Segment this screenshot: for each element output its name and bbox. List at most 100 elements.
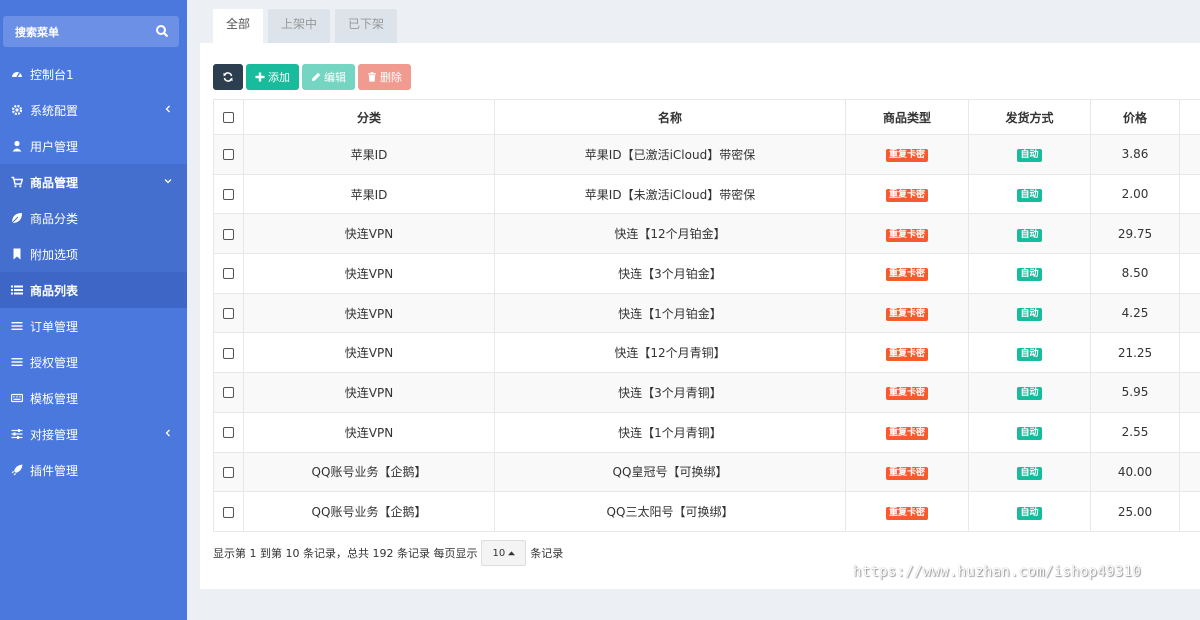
row-delivery-cell: 自动 — [968, 332, 1091, 374]
type-badge: 重复卡密 — [885, 228, 928, 242]
tab-on-shelf[interactable]: 上架中 — [268, 9, 331, 43]
row-select-cell — [213, 292, 244, 334]
sidebar-item-label: 商品管理 — [30, 175, 79, 190]
sidebar-item-license[interactable]: 授权管理 — [0, 344, 187, 380]
table-row[interactable]: 快连VPN 快连【1个月铂金】 重复卡密 自动 4.25 — [213, 292, 1200, 334]
type-badge: 重复卡密 — [885, 149, 928, 163]
row-price: 25.00 — [1090, 491, 1180, 532]
type-badge: 重复卡密 — [885, 268, 928, 282]
row-checkbox[interactable] — [223, 268, 234, 280]
row-checkbox[interactable] — [223, 427, 234, 439]
row-checkbox[interactable] — [223, 506, 234, 518]
search-icon[interactable] — [155, 24, 169, 38]
search-menu-input[interactable]: 搜索菜单 — [3, 16, 179, 47]
header-category[interactable]: 分类 — [243, 99, 495, 135]
table-row[interactable]: 苹果ID 苹果ID【未激活iCloud】带密保 重复卡密 自动 2.00 — [213, 173, 1200, 215]
table-row[interactable]: 快连VPN 快连【12个月铂金】 重复卡密 自动 29.75 — [213, 213, 1200, 255]
table-row[interactable]: 苹果ID 苹果ID【已激活iCloud】带密保 重复卡密 自动 3.86 — [213, 134, 1200, 175]
type-badge: 重复卡密 — [885, 189, 928, 203]
table-row[interactable]: 快连VPN 快连【12个月青铜】 重复卡密 自动 21.25 — [213, 332, 1200, 374]
table-row[interactable]: 快连VPN 快连【3个月铂金】 重复卡密 自动 8.50 — [213, 253, 1200, 294]
sidebar: 搜索菜单 控制台1 系统配置 用户管理 商品管理 商品分类 附加选项 商品列表 … — [0, 0, 187, 620]
search-menu-label: 搜索菜单 — [15, 26, 59, 39]
status-tabs: 全部 上架中 已下架 — [213, 9, 402, 43]
row-name: 快连【12个月铂金】 — [494, 213, 846, 255]
row-delivery-cell: 自动 — [968, 292, 1091, 334]
row-checkbox[interactable] — [223, 347, 234, 359]
page-size-value: 10 — [492, 547, 506, 559]
sidebar-item-users[interactable]: 用户管理 — [0, 128, 187, 164]
sidebar-item-system-config[interactable]: 系统配置 — [0, 92, 187, 128]
sidebar-item-label: 商品分类 — [30, 211, 79, 226]
delivery-badge: 自动 — [1017, 466, 1042, 480]
table-header-row: 分类 名称 商品类型 发货方式 价格 — [213, 99, 1200, 135]
row-type-cell: 重复卡密 — [845, 134, 969, 175]
refresh-button[interactable] — [213, 64, 243, 90]
row-type-cell: 重复卡密 — [845, 332, 969, 374]
cart-icon — [11, 176, 23, 188]
row-checkbox[interactable] — [223, 308, 234, 320]
row-name: 快连【3个月青铜】 — [494, 372, 846, 413]
table-row[interactable]: QQ账号业务【企鹅】 QQ三太阳号【可换绑】 重复卡密 自动 25.00 — [213, 491, 1200, 532]
watermark: https://www.huzhan.com/ishop49310 — [853, 564, 1142, 580]
pagination: 显示第 1 到第 10 条记录，总共 192 条记录 每页显示 10 条记录 — [213, 540, 563, 566]
sidebar-item-products[interactable]: 商品管理 — [0, 164, 187, 200]
tab-off-shelf[interactable]: 已下架 — [335, 9, 398, 43]
row-extra — [1179, 134, 1200, 175]
sidebar-item-dashboard[interactable]: 控制台1 — [0, 56, 187, 92]
table-row[interactable]: 快连VPN 快连【3个月青铜】 重复卡密 自动 5.95 — [213, 372, 1200, 413]
select-all-checkbox[interactable] — [223, 112, 234, 123]
row-delivery-cell: 自动 — [968, 253, 1091, 294]
row-price: 8.50 — [1090, 253, 1180, 294]
row-checkbox[interactable] — [223, 228, 234, 240]
delete-button[interactable]: 删除 — [358, 64, 411, 90]
row-checkbox[interactable] — [223, 466, 234, 478]
select-all-cell — [213, 99, 244, 135]
refresh-icon — [223, 72, 233, 82]
sidebar-item-docking[interactable]: 对接管理 — [0, 416, 187, 452]
sidebar-item-templates[interactable]: 模板管理 — [0, 380, 187, 416]
row-name: 快连【12个月青铜】 — [494, 332, 846, 374]
table-row[interactable]: QQ账号业务【企鹅】 QQ皇冠号【可换绑】 重复卡密 自动 40.00 — [213, 451, 1200, 493]
dashboard-icon — [11, 68, 23, 80]
row-extra — [1179, 173, 1200, 215]
row-category: 苹果ID — [243, 134, 495, 175]
row-checkbox[interactable] — [223, 149, 234, 161]
header-price[interactable]: 价格 — [1090, 99, 1180, 135]
row-delivery-cell: 自动 — [968, 173, 1091, 215]
table-row[interactable]: 快连VPN 快连【1个月青铜】 重复卡密 自动 2.55 — [213, 411, 1200, 453]
header-name[interactable]: 名称 — [494, 99, 846, 135]
row-category: 快连VPN — [243, 411, 495, 453]
row-extra — [1179, 253, 1200, 294]
row-extra — [1179, 372, 1200, 413]
row-checkbox[interactable] — [223, 189, 234, 201]
main-panel: 添加 编辑 删除 分类 名称 商品类型 发货方式 价格 苹果ID 苹果ID【已激… — [200, 43, 1200, 589]
row-delivery-cell: 自动 — [968, 451, 1091, 493]
sidebar-item-extra-options[interactable]: 附加选项 — [0, 236, 187, 272]
row-type-cell: 重复卡密 — [845, 451, 969, 493]
row-name: 苹果ID【已激活iCloud】带密保 — [494, 134, 846, 175]
row-price: 40.00 — [1090, 451, 1180, 493]
row-type-cell: 重复卡密 — [845, 173, 969, 215]
chevron-down-icon — [164, 179, 172, 184]
page-size-select[interactable]: 10 — [481, 540, 527, 566]
sidebar-item-product-list[interactable]: 商品列表 — [0, 272, 187, 308]
leaf-icon — [11, 212, 23, 224]
sidebar-item-product-category[interactable]: 商品分类 — [0, 200, 187, 236]
delete-button-label: 删除 — [380, 71, 402, 84]
row-select-cell — [213, 213, 244, 255]
row-select-cell — [213, 134, 244, 175]
header-delivery[interactable]: 发货方式 — [968, 99, 1091, 135]
add-button[interactable]: 添加 — [246, 64, 299, 90]
header-type[interactable]: 商品类型 — [845, 99, 969, 135]
sidebar-item-orders[interactable]: 订单管理 — [0, 308, 187, 344]
edit-button[interactable]: 编辑 — [302, 64, 355, 90]
tab-all[interactable]: 全部 — [213, 9, 264, 43]
row-checkbox[interactable] — [223, 387, 234, 399]
type-badge: 重复卡密 — [885, 427, 928, 441]
sidebar-item-plugins[interactable]: 插件管理 — [0, 452, 187, 488]
row-category: 快连VPN — [243, 372, 495, 413]
row-price: 3.86 — [1090, 134, 1180, 175]
row-select-cell — [213, 253, 244, 294]
sidebar-item-label: 插件管理 — [30, 463, 79, 478]
